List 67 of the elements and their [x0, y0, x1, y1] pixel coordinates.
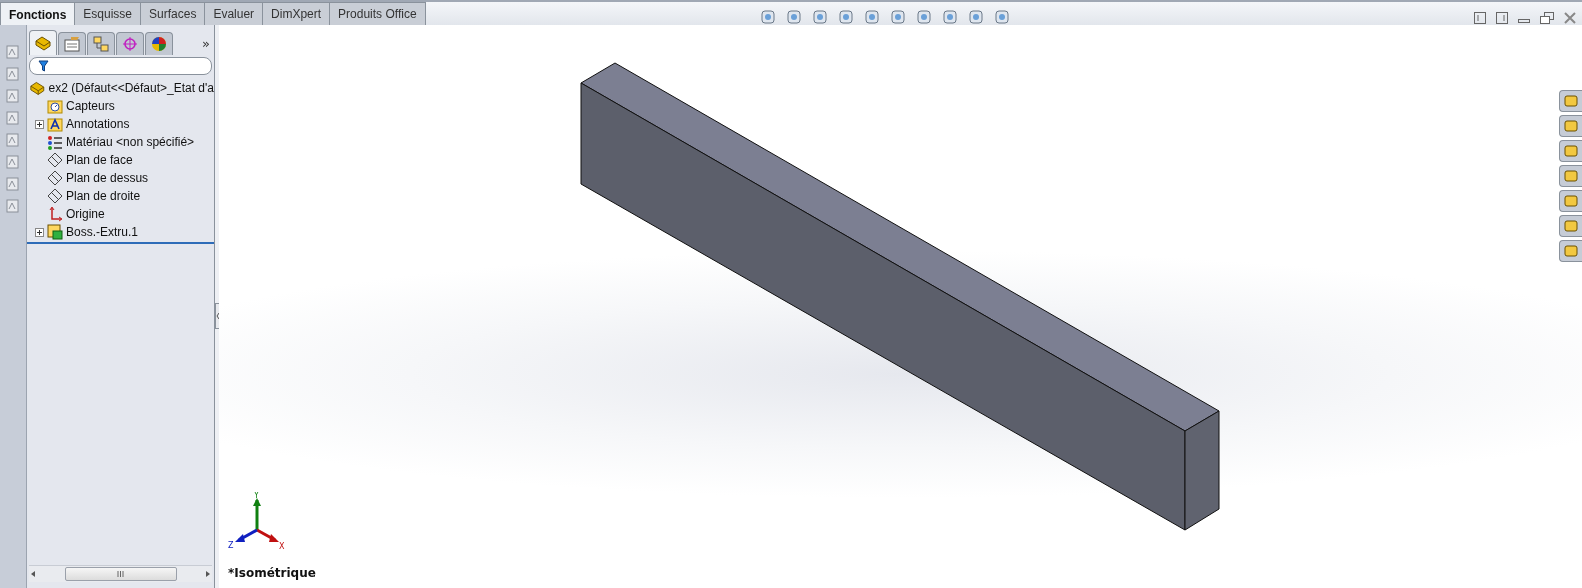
tree-item[interactable]: Annotations	[66, 117, 130, 131]
command-tab[interactable]: DimXpert	[263, 2, 331, 26]
extrude-icon	[47, 224, 63, 240]
tool-icon[interactable]	[5, 197, 21, 215]
material-icon	[47, 134, 63, 150]
tool-icon[interactable]	[5, 65, 21, 83]
tree-item[interactable]: Boss.-Extru.1	[66, 225, 139, 239]
grip-icon	[117, 571, 124, 577]
annotation-folder-icon	[47, 116, 63, 132]
axis-label: X	[279, 542, 285, 551]
axis-label: Z	[228, 541, 234, 550]
expand-icon[interactable]	[35, 227, 44, 237]
part-icon	[34, 35, 52, 51]
tree-item[interactable]: Plan de droite	[66, 189, 141, 203]
tree-item[interactable]: ex2 (Défaut<<Défaut>_Etat d'a	[48, 81, 214, 95]
task-pane-tab[interactable]	[1559, 140, 1582, 162]
filter-icon	[38, 60, 49, 72]
view-name: *Isométrique	[228, 566, 316, 580]
command-tab[interactable]: Surfaces	[141, 2, 206, 26]
task-pane-tab[interactable]	[1559, 215, 1582, 237]
axis-label: Y	[254, 492, 259, 500]
tool-icon[interactable]	[5, 153, 21, 171]
scroll-right-icon[interactable]	[204, 570, 212, 578]
command-tab[interactable]: Esquisse	[75, 2, 142, 26]
task-pane-tab[interactable]	[1559, 240, 1582, 262]
axis-triad-drawing	[235, 498, 279, 542]
tree-item[interactable]: Plan de face	[66, 153, 133, 167]
panel-tab[interactable]	[58, 32, 86, 55]
task-pane-tab[interactable]	[1559, 115, 1582, 137]
scrollbar-thumb[interactable]	[64, 567, 177, 581]
plane-icon	[47, 170, 63, 186]
property-sheet-icon	[63, 36, 81, 52]
tile-left-icon[interactable]	[1474, 12, 1486, 24]
more-button[interactable]: »	[202, 35, 210, 51]
plane-icon	[47, 188, 63, 204]
panel-tab[interactable]	[145, 32, 173, 55]
command-tab[interactable]: Evaluer	[205, 2, 264, 26]
tool-icon[interactable]	[5, 43, 21, 61]
command-tab[interactable]: Fonctions	[0, 2, 76, 27]
tree-item[interactable]: Capteurs	[66, 99, 115, 113]
tree-item[interactable]: Matériau <non spécifié>	[66, 135, 195, 149]
task-pane-tab[interactable]	[1559, 90, 1582, 112]
command-tab[interactable]: Produits Office	[330, 2, 426, 26]
plane-icon	[47, 152, 63, 168]
configuration-icon	[92, 36, 110, 52]
crosshair-icon	[121, 36, 139, 52]
color-wheel-icon	[150, 36, 168, 52]
filter-field[interactable]	[29, 57, 212, 75]
tree-item[interactable]: Origine	[66, 207, 105, 221]
task-pane-tab[interactable]	[1559, 165, 1582, 187]
expand-icon[interactable]	[35, 119, 44, 129]
panel-tab[interactable]	[87, 32, 115, 55]
tile-right-icon[interactable]	[1496, 12, 1508, 24]
part-icon	[29, 80, 46, 96]
origin-icon	[47, 206, 63, 222]
task-pane-tab[interactable]	[1559, 190, 1582, 212]
panel-tab[interactable]	[116, 32, 144, 55]
restore-icon[interactable]	[1540, 12, 1554, 24]
close-icon[interactable]	[1564, 12, 1576, 24]
tool-icon[interactable]	[5, 109, 21, 127]
tool-icon[interactable]	[5, 87, 21, 105]
panel-tab[interactable]	[29, 30, 57, 55]
tool-icon[interactable]	[5, 131, 21, 149]
sensor-folder-icon	[47, 98, 63, 114]
scroll-left-icon[interactable]	[29, 570, 37, 578]
tool-icon[interactable]	[5, 175, 21, 193]
tree-item[interactable]: Plan de dessus	[66, 171, 149, 185]
